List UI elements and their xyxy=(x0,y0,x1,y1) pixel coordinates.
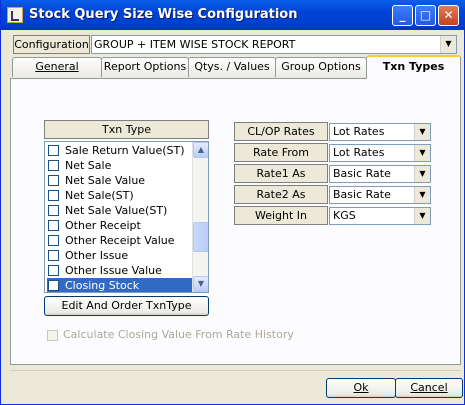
rate-dropdown[interactable]: Basic Rate ▼ xyxy=(329,186,431,204)
calc-closing-label: Calculate Closing Value From Rate Histor… xyxy=(63,328,294,341)
list-item[interactable]: Other Issue Value xyxy=(47,263,194,278)
item-label: Other Receipt xyxy=(65,219,141,232)
tab-qtys-values[interactable]: Qtys. / Values xyxy=(188,57,276,77)
txn-type-list[interactable]: Sale Return Value(ST) Net Sale Net Sale Va… xyxy=(44,141,209,293)
tab-label: Report Options xyxy=(103,60,187,73)
scroll-thumb[interactable] xyxy=(193,222,208,252)
maximize-icon: □ xyxy=(419,8,432,22)
list-item[interactable]: Net Sale Value(ST) xyxy=(47,203,194,218)
rate-label: Rate From xyxy=(234,143,328,162)
close-button[interactable]: ✕ xyxy=(438,5,459,26)
minimize-button[interactable]: _ xyxy=(392,5,413,26)
item-checkbox[interactable] xyxy=(48,265,59,276)
cancel-button[interactable]: Cancel xyxy=(395,378,463,398)
close-icon: ✕ xyxy=(443,8,454,22)
item-label: Other Issue Value xyxy=(65,264,162,277)
rate-label: Rate1 As xyxy=(234,164,328,183)
item-label: Net Sale xyxy=(65,159,112,172)
item-checkbox[interactable] xyxy=(48,190,59,201)
item-checkbox[interactable] xyxy=(48,250,59,261)
configuration-value: GROUP + ITEM WISE STOCK REPORT xyxy=(94,38,296,51)
item-label: Sale Return Value(ST) xyxy=(65,144,185,157)
tab-report-options[interactable]: Report Options xyxy=(101,57,189,77)
maximize-button[interactable]: □ xyxy=(415,5,436,26)
item-label: Other Issue xyxy=(65,249,129,262)
item-label: Net Sale Value xyxy=(65,174,146,187)
item-label: Net Sale Value(ST) xyxy=(65,204,168,217)
cancel-label: Cancel xyxy=(410,381,448,394)
tab-label: Txn Types xyxy=(382,60,445,73)
chevron-down-icon[interactable]: ▼ xyxy=(414,166,430,182)
item-label: Closing Stock xyxy=(65,279,140,292)
edit-order-txntype-button[interactable]: Edit And Order TxnType xyxy=(44,296,209,316)
item-checkbox[interactable] xyxy=(48,160,59,171)
chevron-down-icon: ▼ xyxy=(197,279,205,288)
list-item[interactable]: Net Sale(ST) xyxy=(47,188,194,203)
calc-closing-checkbox[interactable] xyxy=(47,330,58,341)
list-item[interactable]: Other Receipt xyxy=(47,218,194,233)
ok-label: Ok xyxy=(353,381,369,394)
chevron-down-icon[interactable]: ▼ xyxy=(414,208,430,224)
item-checkbox[interactable] xyxy=(48,235,59,246)
list-item[interactable]: Other Receipt Value xyxy=(47,233,194,248)
item-checkbox[interactable]: ✔ xyxy=(48,280,59,291)
rate-label: CL/OP Rates xyxy=(234,122,328,141)
rate-value: Basic Rate xyxy=(333,167,391,180)
rate-value: Lot Rates xyxy=(333,125,385,138)
tab-label: Qtys. / Values xyxy=(194,60,270,73)
item-label: Net Sale(ST) xyxy=(65,189,134,202)
rate-dropdown[interactable]: KGS ▼ xyxy=(329,207,431,225)
title-bar[interactable]: Stock Query Size Wise Configuration _ □ … xyxy=(1,0,465,30)
tab-label: General xyxy=(35,60,79,73)
rate-label: Rate2 As xyxy=(234,185,328,204)
scroll-down-button[interactable]: ▼ xyxy=(193,276,208,292)
list-item[interactable]: Net Sale Value xyxy=(47,173,194,188)
tab-group-options[interactable]: Group Options xyxy=(275,57,367,77)
configuration-dropdown[interactable]: GROUP + ITEM WISE STOCK REPORT ▼ xyxy=(91,35,457,54)
rate-value: KGS xyxy=(333,209,356,222)
chevron-down-icon[interactable]: ▼ xyxy=(440,36,456,53)
rate-label: Weight In xyxy=(234,206,328,225)
list-item[interactable]: Net Sale xyxy=(47,158,194,173)
rate-dropdown[interactable]: Basic Rate ▼ xyxy=(329,165,431,183)
stock-query-config-window: Stock Query Size Wise Configuration _ □ … xyxy=(0,0,465,405)
scroll-up-button[interactable]: ▲ xyxy=(193,142,208,158)
rate-value: Lot Rates xyxy=(333,146,385,159)
tab-txn-types[interactable]: Txn Types xyxy=(366,55,461,79)
tab-general[interactable]: General xyxy=(12,57,102,77)
item-checkbox[interactable] xyxy=(48,145,59,156)
item-checkbox[interactable] xyxy=(48,175,59,186)
item-checkbox[interactable] xyxy=(48,220,59,231)
chevron-up-icon: ▲ xyxy=(197,145,205,154)
list-item[interactable]: Other Issue xyxy=(47,248,194,263)
tab-label: Group Options xyxy=(281,60,361,73)
ok-button[interactable]: Ok xyxy=(326,378,396,398)
item-checkbox[interactable] xyxy=(48,205,59,216)
item-label: Other Receipt Value xyxy=(65,234,175,247)
window-title: Stock Query Size Wise Configuration xyxy=(29,7,298,22)
list-item[interactable]: ✔ Closing Stock xyxy=(47,278,194,292)
footer-divider xyxy=(10,370,461,371)
txn-type-header: Txn Type xyxy=(44,120,209,139)
list-scrollbar[interactable]: ▲ ▼ xyxy=(192,142,208,292)
configuration-label: Configuration xyxy=(13,35,90,54)
chevron-down-icon[interactable]: ▼ xyxy=(414,187,430,203)
rate-dropdown[interactable]: Lot Rates ▼ xyxy=(329,144,431,162)
rate-dropdown[interactable]: Lot Rates ▼ xyxy=(329,123,431,141)
app-icon xyxy=(7,7,23,23)
chevron-down-icon[interactable]: ▼ xyxy=(414,124,430,140)
list-item[interactable]: Sale Return Value(ST) xyxy=(47,143,194,158)
chevron-down-icon[interactable]: ▼ xyxy=(414,145,430,161)
rate-value: Basic Rate xyxy=(333,188,391,201)
minimize-icon: _ xyxy=(399,8,406,22)
